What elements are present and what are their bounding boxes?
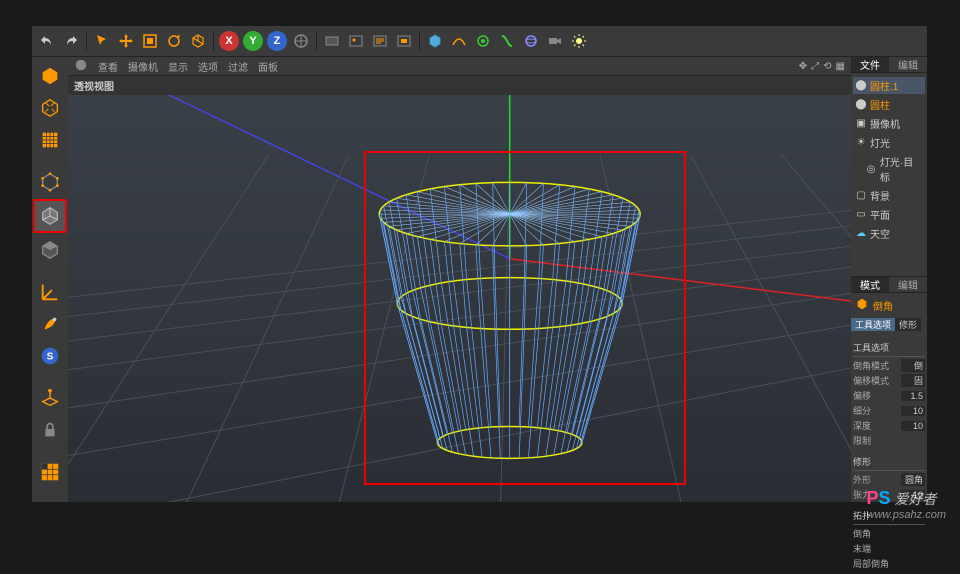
scale-tool[interactable] bbox=[139, 30, 161, 52]
y-axis-toggle[interactable]: Y bbox=[243, 31, 263, 51]
depth-value[interactable]: 10 bbox=[901, 421, 925, 431]
ptab-shaping[interactable]: 修形 bbox=[895, 318, 921, 331]
object-title: 倒角 bbox=[851, 293, 927, 318]
subdiv-value[interactable]: 10 bbox=[901, 406, 925, 416]
environment-tool[interactable] bbox=[520, 30, 542, 52]
tree-lighttarget[interactable]: ◎灯光·目标 bbox=[853, 153, 925, 185]
nav-layout-icon[interactable]: ▦ bbox=[836, 61, 845, 72]
light-icon: ☀ bbox=[855, 137, 867, 149]
view-menu-options[interactable]: 选项 bbox=[198, 59, 218, 74]
generator-tool[interactable] bbox=[472, 30, 494, 52]
edge-mode[interactable] bbox=[33, 199, 67, 233]
right-panel: 文件 编辑 ⬤圆柱.1 ⬤圆柱 ▣摄像机 ☀灯光 ◎灯光·目标 ▢背景 ▭平面 … bbox=[851, 57, 927, 502]
snap-toggle[interactable]: S bbox=[35, 341, 65, 371]
view-menu-camera[interactable]: 摄像机 bbox=[128, 59, 158, 74]
group-shaping: 修形 bbox=[853, 453, 925, 471]
bevelmode-value[interactable]: 倒 bbox=[901, 359, 925, 372]
bevelmode-label: 倒角模式 bbox=[853, 359, 889, 372]
offsetmode-label: 偏移模式 bbox=[853, 374, 889, 387]
limit-label: 限制 bbox=[853, 434, 871, 447]
svg-text:S: S bbox=[47, 352, 54, 363]
top-toolbar: X Y Z bbox=[32, 26, 927, 57]
render-view[interactable] bbox=[321, 30, 343, 52]
tab-edit2[interactable]: 编辑 bbox=[889, 277, 927, 292]
bg-icon: ▢ bbox=[855, 190, 867, 202]
tree-camera[interactable]: ▣摄像机 bbox=[853, 115, 925, 132]
move-tool[interactable] bbox=[115, 30, 137, 52]
view-menu-view[interactable]: 查看 bbox=[98, 59, 118, 74]
redo-button[interactable] bbox=[60, 30, 82, 52]
render-settings[interactable] bbox=[369, 30, 391, 52]
axis-mode[interactable] bbox=[35, 277, 65, 307]
subdiv-label: 细分 bbox=[853, 404, 871, 417]
left-toolbar: S bbox=[32, 57, 68, 502]
tree-cylinder[interactable]: ⬤圆柱 bbox=[853, 96, 925, 113]
tree-light[interactable]: ☀灯光 bbox=[853, 134, 925, 151]
render-region[interactable] bbox=[393, 30, 415, 52]
nav-rotate-icon[interactable]: ⟲ bbox=[823, 61, 831, 72]
deformer-tool[interactable] bbox=[496, 30, 518, 52]
recent-tool[interactable] bbox=[187, 30, 209, 52]
shape-value[interactable]: 圆角 bbox=[901, 473, 925, 486]
camera-tool[interactable] bbox=[544, 30, 566, 52]
polygon-mode[interactable] bbox=[35, 235, 65, 265]
coord-system[interactable] bbox=[290, 30, 312, 52]
bevel-icon bbox=[855, 297, 869, 314]
tab-mode[interactable]: 模式 bbox=[851, 277, 889, 292]
group-tooloptions: 工具选项 bbox=[853, 339, 925, 357]
viewport-solo[interactable] bbox=[35, 457, 65, 487]
make-editable[interactable] bbox=[35, 61, 65, 91]
render-picture[interactable] bbox=[345, 30, 367, 52]
viewport-title: 透视视图 bbox=[68, 76, 851, 95]
offset-label: 偏移 bbox=[853, 389, 871, 402]
tweak-mode[interactable] bbox=[35, 309, 65, 339]
plane-icon: ▭ bbox=[855, 209, 867, 221]
cylinder-icon: ⬤ bbox=[855, 80, 867, 92]
offset-value[interactable]: 1.5 bbox=[901, 391, 925, 401]
tree-plane[interactable]: ▭平面 bbox=[853, 206, 925, 223]
viewport-header: 查看 摄像机 显示 选项 过滤 面板 ✥ ⤢ ⟲ ▦ bbox=[68, 57, 851, 76]
nav-zoom-icon[interactable]: ⤢ bbox=[811, 61, 819, 72]
offsetmode-value[interactable]: 固 bbox=[901, 374, 925, 387]
tab-files[interactable]: 文件 bbox=[851, 57, 889, 72]
primitive-cube[interactable] bbox=[424, 30, 446, 52]
tab-edit[interactable]: 编辑 bbox=[889, 57, 927, 72]
object-tree: ⬤圆柱.1 ⬤圆柱 ▣摄像机 ☀灯光 ◎灯光·目标 ▢背景 ▭平面 ☁天空 bbox=[851, 73, 927, 246]
end-label: 末端 bbox=[853, 542, 871, 555]
camera-icon: ▣ bbox=[855, 118, 867, 130]
z-axis-toggle[interactable]: Z bbox=[267, 31, 287, 51]
tree-cylinder1[interactable]: ⬤圆柱.1 bbox=[853, 77, 925, 94]
undo-button[interactable] bbox=[36, 30, 58, 52]
viewport[interactable]: (function(){ var svg=document.querySelec… bbox=[68, 95, 851, 502]
spline-tool[interactable] bbox=[448, 30, 470, 52]
x-axis-toggle[interactable]: X bbox=[219, 31, 239, 51]
workplane[interactable] bbox=[35, 383, 65, 413]
nav-move-icon[interactable]: ✥ bbox=[799, 61, 807, 72]
viewport-icon bbox=[74, 58, 88, 75]
partial-label: 局部倒角 bbox=[853, 557, 889, 570]
rotate-tool[interactable] bbox=[163, 30, 185, 52]
select-tool[interactable] bbox=[91, 30, 113, 52]
view-menu-filter[interactable]: 过滤 bbox=[228, 59, 248, 74]
tree-background[interactable]: ▢背景 bbox=[853, 187, 925, 204]
target-icon: ◎ bbox=[865, 163, 877, 175]
texture-mode[interactable] bbox=[35, 125, 65, 155]
light-tool[interactable] bbox=[568, 30, 590, 52]
cylinder-icon: ⬤ bbox=[855, 99, 867, 111]
model-mode[interactable] bbox=[35, 93, 65, 123]
ptab-tooloptions[interactable]: 工具选项 bbox=[851, 318, 895, 331]
watermark: PS 爱好者 www.psahz.com bbox=[867, 488, 946, 521]
locked-workplane[interactable] bbox=[35, 415, 65, 445]
view-menu-display[interactable]: 显示 bbox=[168, 59, 188, 74]
sky-icon: ☁ bbox=[855, 228, 867, 240]
point-mode[interactable] bbox=[35, 167, 65, 197]
depth-label: 深度 bbox=[853, 419, 871, 432]
view-menu-panel[interactable]: 面板 bbox=[258, 59, 278, 74]
corner-label: 倒角 bbox=[853, 527, 871, 540]
tree-sky[interactable]: ☁天空 bbox=[853, 225, 925, 242]
shape-label: 外形 bbox=[853, 473, 871, 486]
